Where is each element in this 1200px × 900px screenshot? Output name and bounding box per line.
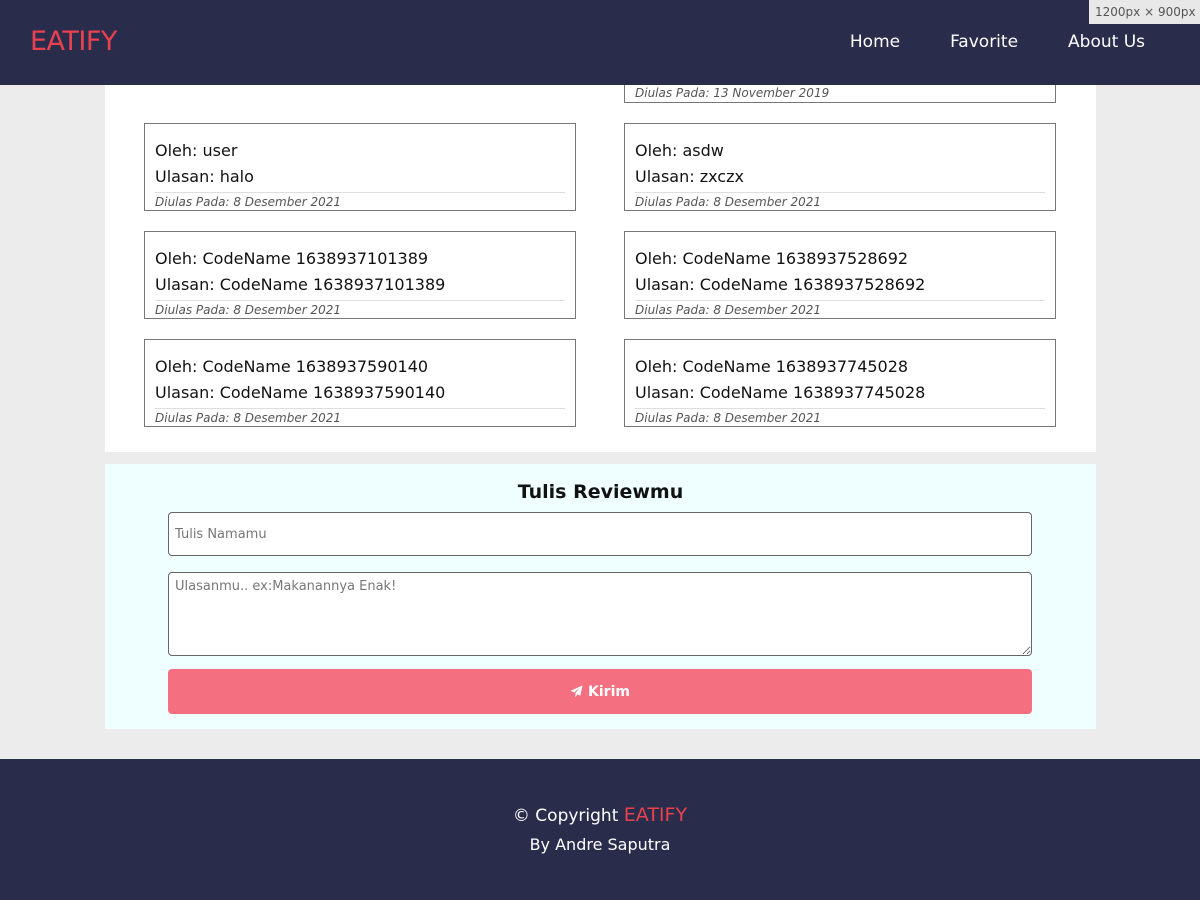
nav-favorite-link[interactable]: Favorite [950, 32, 1018, 52]
review-text: Ulasan: CodeName 1638937590140 [155, 383, 446, 402]
brand-logo[interactable]: EATIFY [30, 26, 117, 57]
submit-review-button[interactable]: Kirim [168, 669, 1032, 714]
review-text: Ulasan: halo [155, 167, 254, 186]
review-date: Diulas Pada: 8 Desember 2021 [155, 300, 565, 317]
review-textarea[interactable] [168, 572, 1032, 656]
footer-brand: EATIFY [623, 804, 688, 826]
review-date: Diulas Pada: 8 Desember 2021 [155, 408, 565, 425]
reviewer-name-input[interactable] [168, 512, 1032, 556]
review-author: Oleh: CodeName 1638937101389 [155, 249, 429, 268]
review-author: Oleh: asdw [635, 141, 724, 160]
viewport-size-badge: 1200px × 900px [1089, 0, 1200, 24]
review-card: Oleh: asdw Ulasan: zxczx Diulas Pada: 8 … [624, 123, 1056, 211]
review-author: Oleh: user [155, 141, 238, 160]
review-card: Oleh: user Ulasan: halo Diulas Pada: 8 D… [144, 123, 576, 211]
review-card: Oleh: CodeName 1638937745028 Ulasan: Cod… [624, 339, 1056, 427]
review-form: Tulis Reviewmu Kirim [105, 464, 1096, 729]
review-date: Diulas Pada: 8 Desember 2021 [635, 408, 1045, 425]
paper-plane-icon [570, 685, 583, 698]
nav-about-us-link[interactable]: About Us [1068, 32, 1145, 52]
footer-author: By Andre Saputra [529, 835, 671, 854]
review-date: Diulas Pada: 13 November 2019 [635, 86, 830, 100]
footer-copyright: © Copyright EATIFY [0, 804, 1200, 826]
reviews-panel: Diulas Pada: 13 November 2019 Oleh: user… [105, 71, 1096, 452]
copyright-prefix: © Copyright [512, 806, 619, 826]
review-form-title: Tulis Reviewmu [517, 481, 684, 503]
nav-home-link[interactable]: Home [850, 32, 900, 52]
review-date: Diulas Pada: 8 Desember 2021 [635, 192, 1045, 209]
submit-label: Kirim [588, 683, 630, 700]
review-text: Ulasan: CodeName 1638937745028 [635, 383, 926, 402]
review-date: Diulas Pada: 8 Desember 2021 [155, 192, 565, 209]
review-card: Oleh: CodeName 1638937528692 Ulasan: Cod… [624, 231, 1056, 319]
review-card: Oleh: CodeName 1638937101389 Ulasan: Cod… [144, 231, 576, 319]
review-author: Oleh: CodeName 1638937590140 [155, 357, 429, 376]
main-nav: Home Favorite About Us [850, 32, 1145, 52]
review-text: Ulasan: zxczx [635, 167, 744, 186]
top-navbar: EATIFY Home Favorite About Us [0, 0, 1200, 85]
review-author: Oleh: CodeName 1638937745028 [635, 357, 909, 376]
review-text: Ulasan: CodeName 1638937101389 [155, 275, 446, 294]
review-text: Ulasan: CodeName 1638937528692 [635, 275, 926, 294]
review-card: Oleh: CodeName 1638937590140 Ulasan: Cod… [144, 339, 576, 427]
review-author: Oleh: CodeName 1638937528692 [635, 249, 909, 268]
site-footer: © Copyright EATIFY By Andre Saputra [0, 759, 1200, 900]
review-date: Diulas Pada: 8 Desember 2021 [635, 300, 1045, 317]
